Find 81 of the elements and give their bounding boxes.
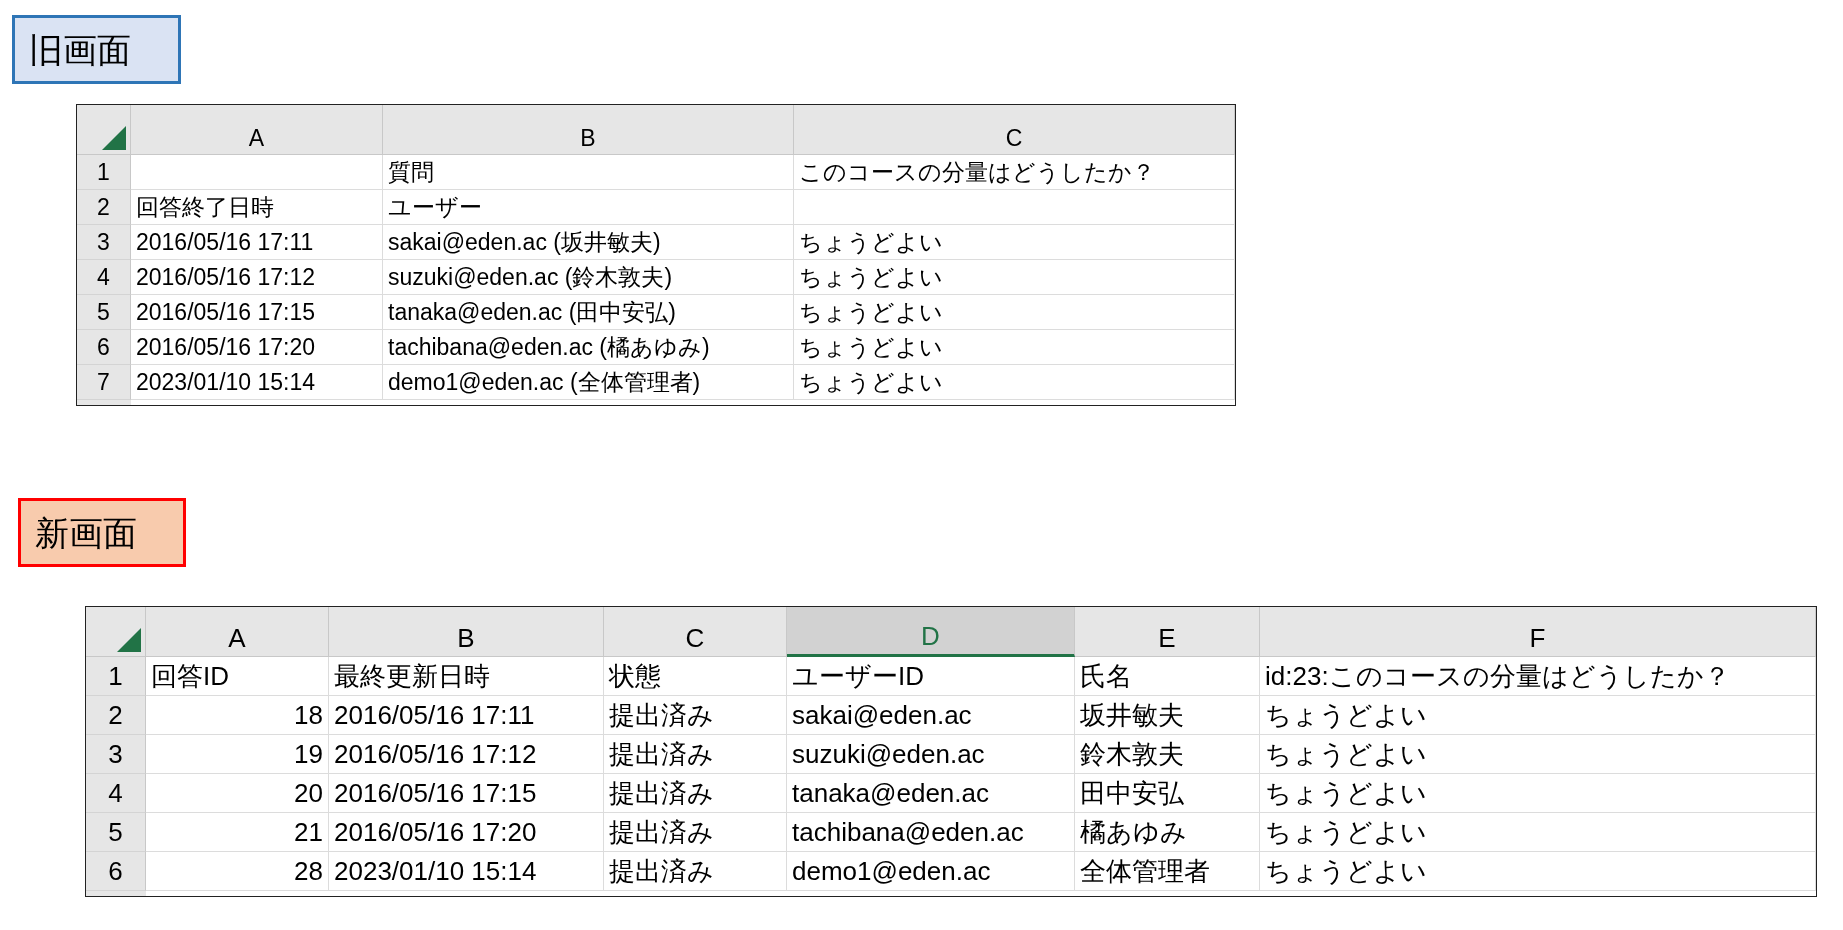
table-cell: id:23:このコースの分量はどうしたか？ xyxy=(1260,657,1816,696)
table-cell: 回答ID xyxy=(146,657,329,696)
table-cell: 2023/01/10 15:14 xyxy=(131,365,383,400)
column-header[interactable]: C xyxy=(604,607,787,657)
row-header[interactable]: 7 xyxy=(77,365,131,400)
table-cell: 鈴木敦夫 xyxy=(1075,735,1260,774)
table-cell: ちょうどよい xyxy=(1260,852,1816,891)
column-header[interactable]: F xyxy=(1260,607,1816,657)
table-cell: 田中安弘 xyxy=(1075,774,1260,813)
table-cell: ちょうどよい xyxy=(1260,774,1816,813)
row-header[interactable]: 6 xyxy=(86,852,146,891)
table-cell: 状態 xyxy=(604,657,787,696)
table-cell: 提出済み xyxy=(604,813,787,852)
table-cell: 提出済み xyxy=(604,774,787,813)
select-all-icon[interactable] xyxy=(102,126,126,150)
row-header[interactable]: 5 xyxy=(86,813,146,852)
row-header[interactable]: 3 xyxy=(86,735,146,774)
table-cell: 2016/05/16 17:11 xyxy=(329,696,604,735)
table-cell: tanaka@eden.ac xyxy=(787,774,1075,813)
table-cell: このコースの分量はどうしたか？ xyxy=(794,155,1235,190)
row-header[interactable]: 1 xyxy=(77,155,131,190)
table-cell: tanaka@eden.ac (田中安弘) xyxy=(383,295,794,330)
row-header[interactable]: 4 xyxy=(86,774,146,813)
row-header[interactable]: 1 xyxy=(86,657,146,696)
table-cell: 2016/05/16 17:12 xyxy=(131,260,383,295)
table-cell: 提出済み xyxy=(604,696,787,735)
table-cell: 回答終了日時 xyxy=(131,190,383,225)
table-cell: 最終更新日時 xyxy=(329,657,604,696)
row-header[interactable]: 2 xyxy=(86,696,146,735)
table-cell: 2016/05/16 17:11 xyxy=(131,225,383,260)
table-cell: ユーザーID xyxy=(787,657,1075,696)
table-cell: 18 xyxy=(146,696,329,735)
table-cell: ちょうどよい xyxy=(1260,813,1816,852)
table-cell: 質問 xyxy=(383,155,794,190)
table-cell: 坂井敏夫 xyxy=(1075,696,1260,735)
column-header[interactable]: B xyxy=(383,105,794,155)
section-label: 旧画面 xyxy=(12,15,181,84)
select-all-icon[interactable] xyxy=(117,628,141,652)
table-cell: 2016/05/16 17:20 xyxy=(131,330,383,365)
table-cell: 2016/05/16 17:12 xyxy=(329,735,604,774)
table-cell: ちょうどよい xyxy=(1260,735,1816,774)
table-cell: 氏名 xyxy=(1075,657,1260,696)
table-cell: 2016/05/16 17:20 xyxy=(329,813,604,852)
table-cell: 19 xyxy=(146,735,329,774)
table-cell: ちょうどよい xyxy=(794,330,1235,365)
row-header[interactable]: 3 xyxy=(77,225,131,260)
table-cell: 全体管理者 xyxy=(1075,852,1260,891)
table-cell: ちょうどよい xyxy=(794,260,1235,295)
table-cell: 2023/01/10 15:14 xyxy=(329,852,604,891)
column-header[interactable]: D xyxy=(787,607,1075,657)
table-cell: 2016/05/16 17:15 xyxy=(131,295,383,330)
table-cell: sakai@eden.ac xyxy=(787,696,1075,735)
row-header[interactable]: 6 xyxy=(77,330,131,365)
table-cell: suzuki@eden.ac xyxy=(787,735,1075,774)
table-cell: 橘あゆみ xyxy=(1075,813,1260,852)
row-header[interactable]: 4 xyxy=(77,260,131,295)
column-header[interactable]: B xyxy=(329,607,604,657)
table-cell: ユーザー xyxy=(383,190,794,225)
column-header[interactable]: E xyxy=(1075,607,1260,657)
column-header[interactable]: A xyxy=(131,105,383,155)
table-cell: tachibana@eden.ac (橘あゆみ) xyxy=(383,330,794,365)
column-header[interactable]: C xyxy=(794,105,1235,155)
table-cell: 提出済み xyxy=(604,735,787,774)
table-cell: ちょうどよい xyxy=(794,365,1235,400)
table-cell: ちょうどよい xyxy=(794,225,1235,260)
table-cell: suzuki@eden.ac (鈴木敦夫) xyxy=(383,260,794,295)
table-cell: 20 xyxy=(146,774,329,813)
table-cell: 2016/05/16 17:15 xyxy=(329,774,604,813)
table-cell: 28 xyxy=(146,852,329,891)
table-cell: ちょうどよい xyxy=(794,295,1235,330)
table-cell: ちょうどよい xyxy=(1260,696,1816,735)
section-label: 新画面 xyxy=(18,498,186,567)
table-cell: 提出済み xyxy=(604,852,787,891)
table-cell: sakai@eden.ac (坂井敏夫) xyxy=(383,225,794,260)
row-header[interactable]: 5 xyxy=(77,295,131,330)
row-header[interactable]: 2 xyxy=(77,190,131,225)
table-cell: tachibana@eden.ac xyxy=(787,813,1075,852)
table-cell: 21 xyxy=(146,813,329,852)
table-cell: demo1@eden.ac (全体管理者) xyxy=(383,365,794,400)
table-cell: demo1@eden.ac xyxy=(787,852,1075,891)
column-header[interactable]: A xyxy=(146,607,329,657)
